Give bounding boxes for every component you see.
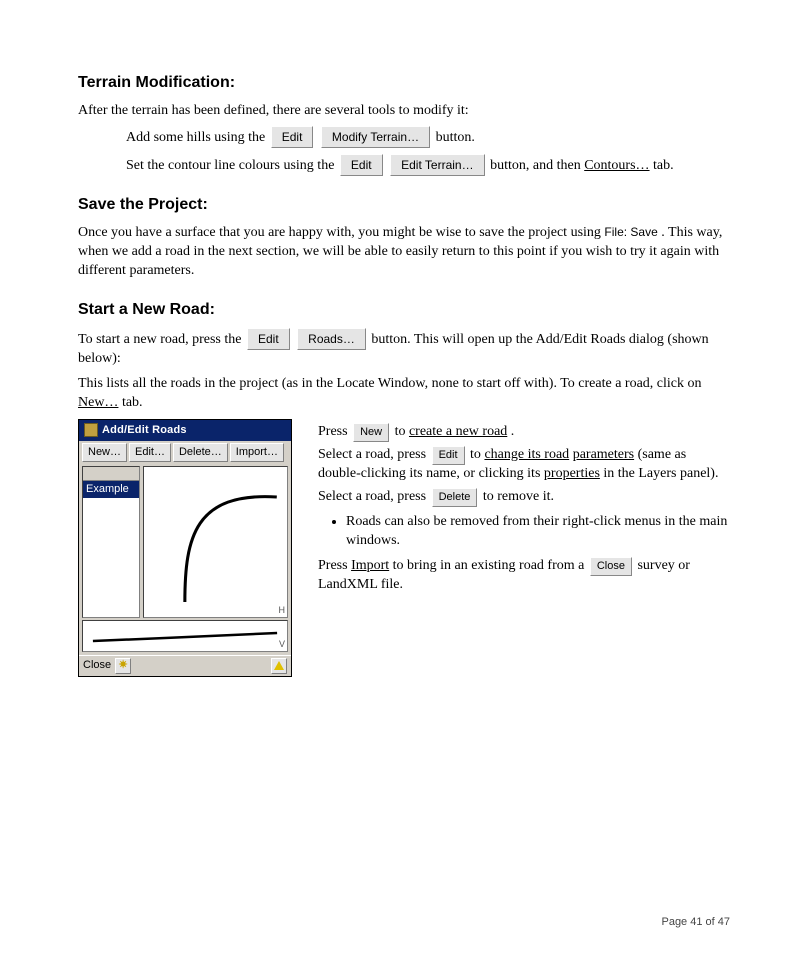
rc-bullet-list: Roads can also be removed from their rig… [346, 513, 730, 551]
contour-line-mid: button, and then [490, 158, 584, 173]
hills-line: Add some hills using the Edit Modify Ter… [126, 126, 730, 148]
addedit-line: This lists all the roads in the project … [78, 375, 730, 413]
close-label[interactable]: Close [83, 658, 111, 673]
save-project-para: Once you have a surface that you are hap… [78, 224, 730, 281]
file-save-menu[interactable]: File: Save [604, 225, 657, 239]
create-new-road-link[interactable]: create a new road [409, 424, 507, 439]
edit-button-2[interactable]: Edit [340, 154, 383, 176]
edit-terrain-button[interactable]: Edit Terrain… [390, 154, 484, 176]
inline-delete-button[interactable]: Delete [432, 488, 478, 507]
dialog-toolbar: New… Edit… Delete… Import… [79, 441, 291, 464]
new-tab-link[interactable]: New… [78, 395, 118, 410]
toolbar-import-button[interactable]: Import… [230, 443, 284, 462]
rc4-mid: to bring in an existing road from a [393, 558, 588, 573]
import-link[interactable]: Import [351, 558, 389, 573]
rc2-after: in the Layers panel). [603, 466, 718, 481]
save-p1-before: Once you have a surface that you are hap… [78, 225, 604, 240]
toolbar-delete-button[interactable]: Delete… [173, 443, 228, 462]
edit-button-1[interactable]: Edit [271, 126, 314, 148]
rc-line-4: Press Import to bring in an existing roa… [318, 557, 730, 595]
plan-view: H [143, 466, 288, 618]
contour-line-prefix: Set the contour line colours using the [126, 158, 338, 173]
page-footer: Page 41 of 47 [661, 916, 730, 928]
save-project-heading: Save the Project: [78, 194, 730, 216]
profile-v-label: V [279, 638, 285, 650]
rc1-after: . [511, 424, 515, 439]
contour-line-suffix: tab. [653, 158, 674, 173]
rc-line-1: Press New to create a new road . [318, 423, 730, 442]
rc2-before: Select a road, press [318, 447, 430, 462]
modify-terrain-button[interactable]: Modify Terrain… [321, 126, 430, 148]
pin-icon[interactable]: ✷ [115, 658, 131, 674]
inline-close-button[interactable]: Close [590, 557, 632, 576]
rc3-before: Select a road, press [318, 489, 430, 504]
roads-button[interactable]: Roads… [297, 328, 366, 350]
dialog-titlebar[interactable]: Add/Edit Roads [79, 420, 291, 441]
plan-h-label: H [279, 604, 286, 616]
properties-link[interactable]: properties [544, 466, 600, 481]
dialog-title: Add/Edit Roads [102, 423, 187, 438]
terrain-mod-intro: After the terrain has been defined, ther… [78, 102, 730, 121]
dialog-statusbar: Close ✷ [79, 655, 291, 676]
addedit-line-suffix: tab. [122, 395, 143, 410]
new-road-line: To start a new road, press the Edit Road… [78, 328, 730, 369]
terrain-mod-heading: Terrain Modification: [78, 72, 730, 94]
inline-edit-button[interactable]: Edit [432, 446, 465, 465]
rc1-mid: to [395, 424, 409, 439]
contours-tab-link[interactable]: Contours… [584, 158, 649, 173]
toolbar-new-button[interactable]: New… [82, 443, 127, 462]
change-road-link[interactable]: change its road [484, 447, 569, 462]
roads-list[interactable]: Example [82, 466, 140, 618]
edit-button-3[interactable]: Edit [247, 328, 290, 350]
contour-line: Set the contour line colours using the E… [126, 154, 730, 176]
list-item-selected[interactable]: Example [83, 481, 139, 498]
hills-line-suffix: button. [436, 130, 475, 145]
rc3-after: to remove it. [483, 489, 554, 504]
rc-line-3: Select a road, press Delete to remove it… [318, 488, 730, 507]
rc4-before: Press [318, 558, 351, 573]
inline-new-button[interactable]: New [353, 423, 389, 442]
rc-line-2: Select a road, press Edit to change its … [318, 446, 730, 484]
profile-view: V [82, 620, 288, 652]
toolbar-edit-button[interactable]: Edit… [129, 443, 171, 462]
rc2-mid: to [470, 447, 484, 462]
parameters-link[interactable]: parameters [573, 447, 634, 462]
addedit-line-prefix: This lists all the roads in the project … [78, 376, 702, 391]
list-header[interactable] [83, 467, 139, 481]
app-icon [84, 423, 98, 437]
newroad-line-prefix: To start a new road, press the [78, 332, 245, 347]
add-edit-roads-dialog: Add/Edit Roads New… Edit… Delete… Import… [78, 419, 292, 677]
road-curve-icon [144, 467, 287, 617]
rc-bullet-1: Roads can also be removed from their rig… [346, 513, 730, 551]
road-profile-icon [83, 621, 287, 651]
warning-icon[interactable] [271, 658, 287, 674]
rc1-before: Press [318, 424, 351, 439]
new-road-heading: Start a New Road: [78, 299, 730, 321]
hills-line-prefix: Add some hills using the [126, 130, 269, 145]
